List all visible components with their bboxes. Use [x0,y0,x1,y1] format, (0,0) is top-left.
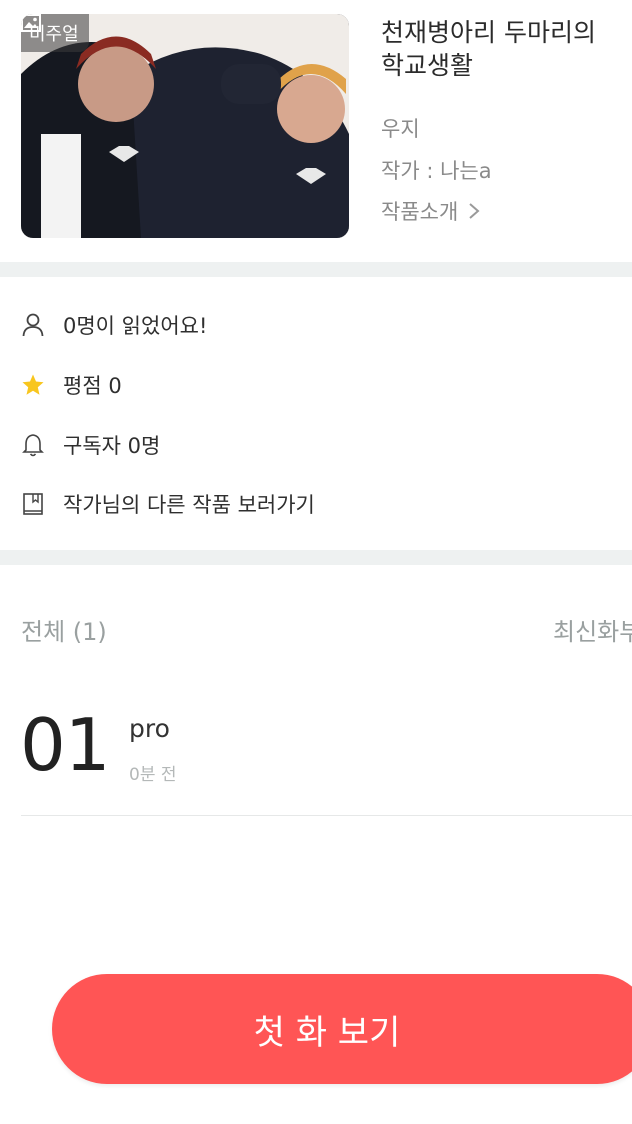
sort-latest-button[interactable]: 최신화부 [553,612,632,647]
section-divider [0,262,632,277]
subscribers-text: 구독자 0명 [63,434,161,458]
work-genre: 우지 [381,117,420,141]
image-icon [21,14,41,32]
work-author: 작가 : 나는a [381,159,492,183]
read-first-episode-button[interactable]: 첫 화 보기 [52,974,632,1084]
rating-text: 평점 0 [63,374,122,398]
readers-row: 0명이 읽었어요! [21,310,207,340]
work-title: 천재병아리 두마리의 학교생활 [381,18,596,80]
book-icon [23,493,43,515]
rating-row: 평점 0 [21,370,122,400]
person-icon [22,313,44,337]
other-works-text: 작가님의 다른 작품 보러가기 [63,493,315,517]
bell-icon [22,434,44,457]
episode-time: 0분 전 [129,765,177,785]
cover-image[interactable]: 비주얼 [21,14,349,238]
episode-number: 01 [20,703,111,787]
work-intro-label: 작품소개 [381,200,459,224]
visual-badge: 비주얼 [21,14,89,52]
subscribers-row: 구독자 0명 [21,430,160,460]
tab-all-episodes[interactable]: 전체 (1) [21,612,107,647]
chevron-right-icon [469,203,480,219]
star-icon [22,374,44,395]
section-divider [0,550,632,565]
episode-title: pro [129,714,170,743]
other-works-row[interactable]: 작가님의 다른 작품 보러가기 [21,489,315,519]
read-first-episode-label: 첫 화 보기 [253,1012,401,1053]
readers-text: 0명이 읽었어요! [63,314,208,338]
work-intro-link[interactable]: 작품소개 [381,196,480,226]
episode-divider [21,815,632,816]
